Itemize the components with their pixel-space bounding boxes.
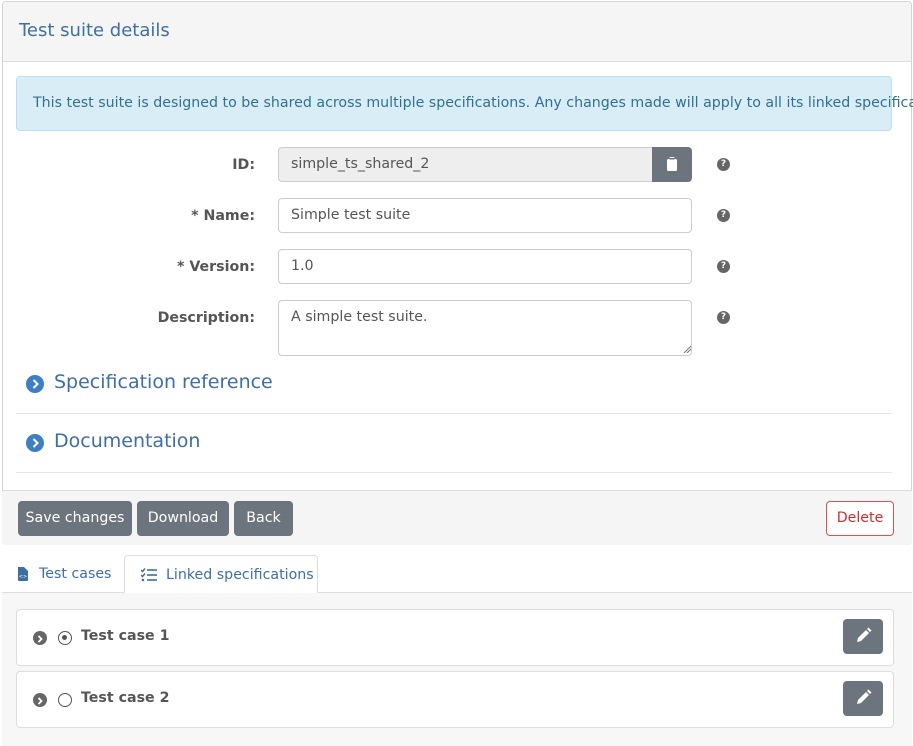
version-label: * Version: (176, 259, 255, 275)
tab-test-cases-label: Test cases (39, 566, 112, 582)
panel-heading: Test suite details (3, 2, 911, 62)
file-code-icon: <> (18, 567, 28, 581)
shared-info-alert: This test suite is designed to be shared… (16, 76, 913, 131)
expand-icon[interactable] (33, 693, 47, 707)
documentation-section[interactable]: Documentation (16, 428, 892, 473)
pencil-icon (857, 627, 872, 642)
version-input[interactable]: 1.0 (278, 249, 692, 284)
documentation-title: Documentation (54, 430, 201, 452)
clipboard-icon (667, 157, 677, 171)
chevron-right-icon (26, 375, 44, 393)
spec-reference-title: Specification reference (54, 371, 273, 393)
name-input[interactable]: Simple test suite (278, 198, 692, 233)
resize-handle-icon[interactable] (683, 345, 691, 353)
svg-text:<>: <> (19, 574, 27, 580)
description-textarea[interactable]: A simple test suite. (278, 300, 692, 356)
description-label: Description: (157, 310, 255, 326)
tab-linked-specifications[interactable]: Linked specifications (124, 555, 318, 593)
back-button[interactable]: Back (234, 501, 293, 536)
panel-title: Test suite details (19, 20, 170, 41)
test-case-radio[interactable] (58, 631, 72, 645)
download-button[interactable]: Download (137, 501, 229, 536)
edit-test-case-button[interactable] (843, 681, 883, 716)
tab-linked-specifications-label: Linked specifications (166, 567, 314, 583)
test-case-name: Test case 1 (81, 628, 170, 644)
description-help-icon[interactable]: ? (717, 311, 730, 324)
test-case-name: Test case 2 (81, 690, 170, 706)
edit-test-case-button[interactable] (843, 619, 883, 654)
version-help-icon[interactable]: ? (717, 260, 730, 273)
id-help-icon[interactable]: ? (717, 158, 730, 171)
list-check-icon (141, 568, 157, 582)
save-changes-button[interactable]: Save changes (18, 501, 132, 536)
list-item[interactable]: Test case 2 (16, 671, 894, 728)
name-label: * Name: (191, 208, 255, 224)
copy-id-button[interactable] (652, 147, 692, 182)
tab-test-cases[interactable]: <> Test cases (17, 555, 117, 593)
pencil-icon (857, 689, 872, 704)
chevron-right-icon (26, 434, 44, 452)
name-help-icon[interactable]: ? (717, 209, 730, 222)
id-label: ID: (232, 157, 255, 173)
test-case-radio[interactable] (58, 693, 72, 707)
panel-footer: Save changes Download Back Delete (2, 490, 912, 545)
id-field[interactable]: simple_ts_shared_2 (278, 147, 653, 182)
expand-icon[interactable] (33, 631, 47, 645)
spec-reference-section[interactable]: Specification reference (16, 369, 892, 414)
delete-button[interactable]: Delete (826, 501, 894, 536)
list-item[interactable]: Test case 1 (16, 609, 894, 666)
